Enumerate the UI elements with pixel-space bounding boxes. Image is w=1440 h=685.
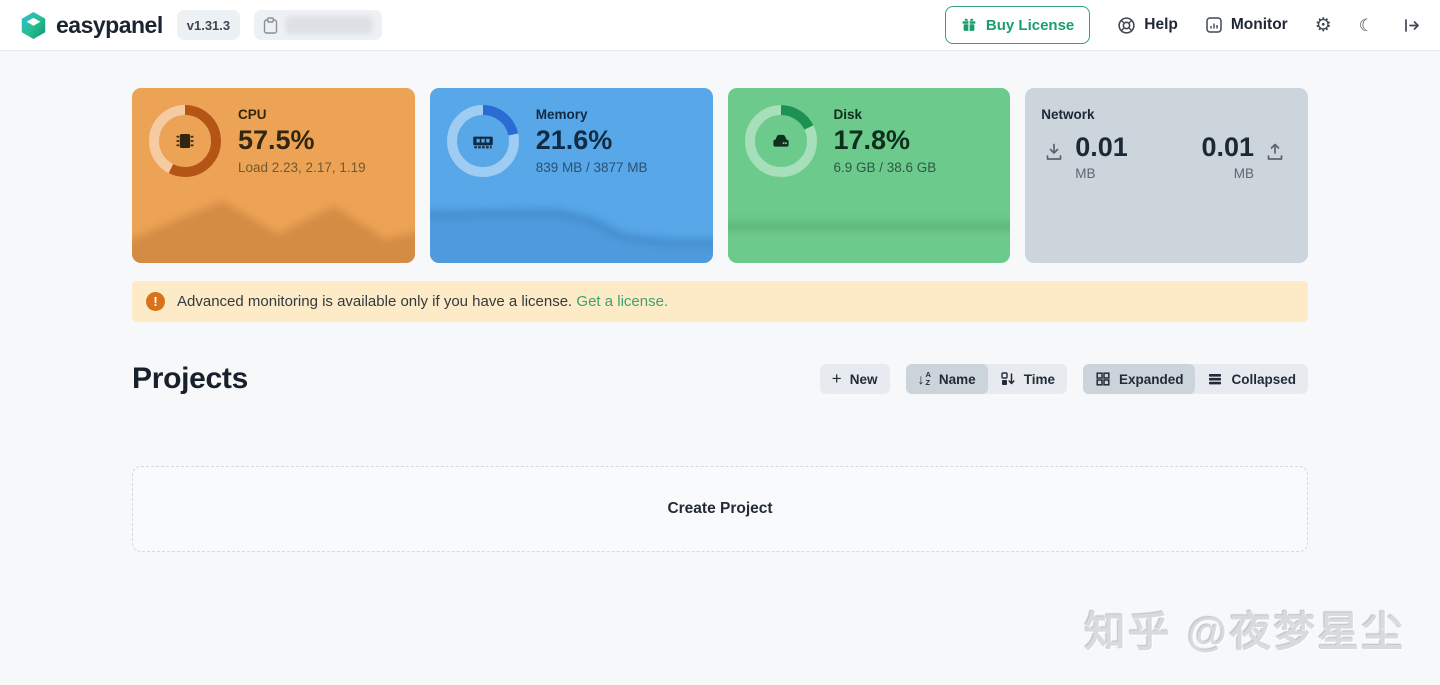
network-download: 0.01 MB bbox=[1043, 132, 1128, 181]
buy-license-button[interactable]: Buy License bbox=[944, 6, 1091, 44]
cpu-chip-icon bbox=[172, 128, 198, 154]
plus-icon: + bbox=[831, 369, 842, 388]
project-controls: + New ↓ A Z Name Time Expanded Collapsed bbox=[819, 364, 1308, 394]
sort-time-icon bbox=[1000, 371, 1016, 387]
network-upload: 0.01 MB bbox=[1201, 132, 1286, 181]
clipboard-icon bbox=[263, 16, 278, 34]
view-collapsed-label: Collapsed bbox=[1231, 371, 1296, 387]
lifebuoy-icon bbox=[1117, 16, 1136, 35]
cpu-label: CPU bbox=[238, 106, 267, 122]
cpu-load-text: Load 2.23, 2.17, 1.19 bbox=[238, 160, 366, 176]
network-up-unit: MB bbox=[1233, 166, 1254, 182]
monitor-label: Monitor bbox=[1230, 16, 1288, 33]
view-collapsed-button[interactable]: Collapsed bbox=[1195, 364, 1308, 394]
new-project-button[interactable]: + New bbox=[819, 364, 890, 394]
sort-toggle-group: ↓ A Z Name Time bbox=[905, 364, 1067, 394]
page-title: Projects bbox=[132, 362, 248, 395]
hard-drive-icon bbox=[768, 128, 794, 154]
redacted-server-name bbox=[285, 16, 374, 34]
network-up-value: 0.01 bbox=[1201, 132, 1254, 162]
memory-stat-card: Memory 21.6% 839 MB / 3877 MB bbox=[429, 88, 713, 263]
create-project-label: Create Project bbox=[667, 500, 773, 517]
sort-by-time-button[interactable]: Time bbox=[988, 364, 1067, 394]
cpu-stat-card: CPU 57.5% Load 2.23, 2.17, 1.19 bbox=[132, 88, 415, 263]
view-expanded-label: Expanded bbox=[1118, 371, 1184, 387]
network-label: Network bbox=[1041, 107, 1095, 122]
monitor-menu[interactable]: Monitor bbox=[1205, 16, 1288, 34]
stats-cards-row: CPU 57.5% Load 2.23, 2.17, 1.19 Memory 2… bbox=[132, 88, 1308, 263]
top-navbar: easypanel v1.31.3 Buy License Help Monit… bbox=[0, 0, 1440, 51]
easypanel-logo-icon bbox=[20, 11, 47, 39]
cpu-value: 57.5% bbox=[238, 124, 315, 155]
disk-value: 17.8% bbox=[833, 124, 911, 155]
upload-tray-icon bbox=[1264, 141, 1286, 181]
view-expanded-button[interactable]: Expanded bbox=[1082, 364, 1196, 394]
sort-time-label: Time bbox=[1023, 371, 1055, 387]
disk-stat-card: Disk 17.8% 6.9 GB / 38.6 GB bbox=[727, 88, 1011, 263]
monitor-chart-icon bbox=[1205, 16, 1223, 34]
memory-sparkline bbox=[429, 208, 713, 263]
sort-alpha-desc-icon: ↓ A Z bbox=[917, 370, 931, 387]
network-down-unit: MB bbox=[1075, 166, 1096, 182]
create-project-button[interactable]: Create Project bbox=[132, 466, 1308, 552]
disk-sparkline bbox=[727, 221, 1011, 231]
buy-license-label: Buy License bbox=[985, 16, 1075, 34]
memory-label: Memory bbox=[535, 106, 588, 122]
disk-label: Disk bbox=[833, 106, 863, 122]
brand-name: easypanel bbox=[56, 11, 163, 38]
settings-gear-icon[interactable]: ⚙ bbox=[1315, 16, 1332, 35]
help-menu[interactable]: Help bbox=[1117, 16, 1178, 35]
network-down-value: 0.01 bbox=[1075, 132, 1128, 162]
memory-gauge bbox=[446, 104, 520, 178]
cpu-gauge bbox=[148, 104, 222, 178]
license-warning-banner: ! Advanced monitoring is available only … bbox=[132, 281, 1308, 322]
help-label: Help bbox=[1144, 16, 1178, 33]
memory-usage-text: 839 MB / 3877 MB bbox=[535, 160, 648, 176]
sort-by-name-button[interactable]: ↓ A Z Name bbox=[905, 364, 988, 394]
dark-mode-moon-icon[interactable]: ☾ bbox=[1359, 17, 1374, 34]
download-tray-icon bbox=[1043, 141, 1065, 181]
memory-value: 21.6% bbox=[535, 124, 613, 155]
network-stat-card: Network 0.01 MB 0.01 MB bbox=[1025, 88, 1308, 263]
warning-exclamation-icon: ! bbox=[146, 292, 165, 311]
version-badge: v1.31.3 bbox=[176, 10, 241, 40]
cpu-sparkline bbox=[132, 201, 415, 263]
brand[interactable]: easypanel bbox=[20, 11, 163, 39]
grid-view-icon bbox=[1095, 371, 1111, 387]
server-id-chip[interactable] bbox=[254, 10, 383, 40]
get-license-link[interactable]: Get a license. bbox=[576, 293, 668, 310]
gift-icon bbox=[961, 17, 977, 33]
watermark: 知乎 @夜梦星尘 bbox=[1084, 609, 1406, 655]
banner-text: Advanced monitoring is available only if… bbox=[177, 293, 573, 310]
disk-usage-text: 6.9 GB / 38.6 GB bbox=[833, 160, 937, 176]
view-toggle-group: Expanded Collapsed bbox=[1082, 364, 1308, 394]
new-label: New bbox=[849, 371, 878, 387]
disk-gauge bbox=[744, 104, 818, 178]
logout-icon[interactable] bbox=[1401, 16, 1420, 35]
list-view-icon bbox=[1207, 371, 1223, 387]
ram-icon bbox=[470, 128, 496, 154]
sort-name-label: Name bbox=[938, 371, 976, 387]
